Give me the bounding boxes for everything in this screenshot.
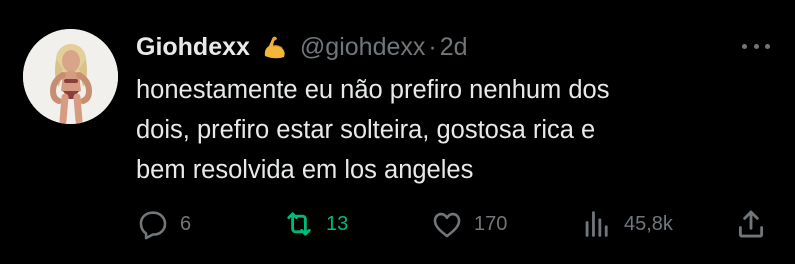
author-handle[interactable]: @giohdexx bbox=[300, 33, 425, 62]
avatar[interactable] bbox=[23, 29, 118, 124]
tweet-time[interactable]: 2d bbox=[440, 33, 468, 62]
tweet-text-line: honestamente eu não prefiro nenhum dos bbox=[136, 76, 610, 104]
tweet-text-line: bem resolvida em los angeles bbox=[136, 156, 474, 184]
separator-dot: · bbox=[428, 32, 437, 61]
more-dot bbox=[742, 43, 747, 49]
like-button[interactable]: 170 bbox=[430, 207, 507, 241]
more-dot bbox=[753, 43, 759, 49]
retweet-button[interactable]: 13 bbox=[282, 207, 348, 241]
share-button[interactable] bbox=[734, 207, 768, 241]
views-count: 45,8k bbox=[624, 212, 673, 235]
tweet-header: Giohdexx @giohdexx · 2d bbox=[136, 29, 468, 65]
reply-count: 6 bbox=[180, 212, 192, 235]
display-name[interactable]: Giohdexx bbox=[136, 33, 250, 62]
retweet-icon bbox=[287, 212, 311, 236]
retweet-count: 13 bbox=[326, 212, 349, 235]
more-dot bbox=[765, 43, 770, 49]
reply-icon bbox=[139, 211, 167, 240]
views-icon bbox=[585, 211, 608, 237]
tweet-text: honestamente eu não prefiro nenhum dos d… bbox=[136, 70, 776, 190]
avatar-image bbox=[23, 29, 118, 124]
share-icon bbox=[738, 210, 764, 238]
tweet-text-line: dois, prefiro estar solteira, gostosa ri… bbox=[136, 116, 596, 144]
views-button[interactable]: 45,8k bbox=[580, 207, 673, 241]
heart-icon bbox=[433, 212, 461, 238]
tweet-actions: 6 13 170 45,8k bbox=[136, 207, 776, 241]
tweet[interactable]: Giohdexx @giohdexx · 2d honestamente eu … bbox=[0, 0, 795, 264]
more-options-icon[interactable] bbox=[742, 34, 770, 58]
like-count: 170 bbox=[474, 212, 508, 235]
flexed-biceps-icon bbox=[260, 32, 290, 62]
reply-button[interactable]: 6 bbox=[136, 207, 191, 241]
